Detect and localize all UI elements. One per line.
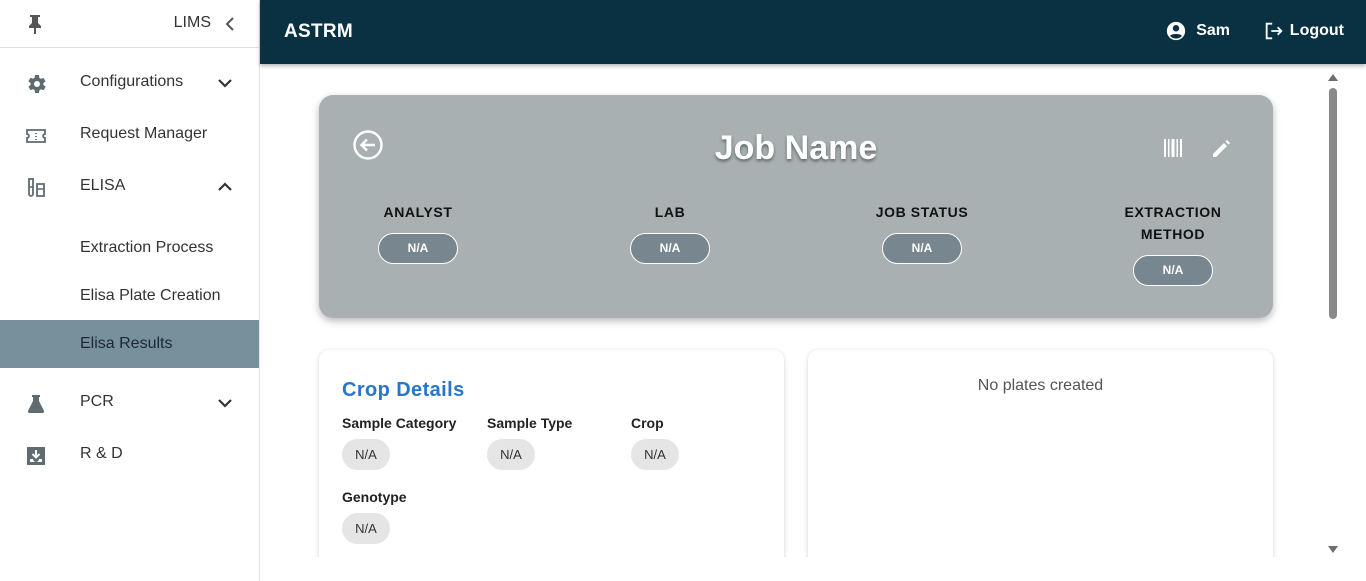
value-chip: N/A	[342, 439, 390, 470]
sidebar-item-label: Configurations	[80, 73, 184, 90]
status-pill: N/A	[630, 233, 710, 264]
logout-label: Logout	[1289, 22, 1344, 39]
job-summary-card: Job Name ANALYST N/A LAB N/A JOB STATUS …	[319, 95, 1273, 318]
sidebar-item-r-and-d[interactable]: R & D	[0, 431, 259, 479]
inbox-download-icon	[27, 447, 45, 465]
account-circle-icon	[1167, 21, 1186, 41]
field-label: JOB STATUS	[875, 204, 969, 220]
sidebar-subitem-label: Elisa Plate Creation	[80, 287, 221, 304]
sidebar-subitem-label: Elisa Results	[80, 335, 173, 352]
empty-plates-message: No plates created	[977, 377, 1104, 394]
logout-icon	[1265, 22, 1283, 40]
chevron-left-icon[interactable]	[223, 15, 237, 33]
sidebar-item-label: Request Manager	[80, 125, 208, 142]
vertical-scrollbar[interactable]	[1328, 74, 1338, 557]
flask-icon	[27, 395, 45, 413]
main-content: Job Name ANALYST N/A LAB N/A JOB STATUS …	[260, 64, 1366, 557]
pin-icon[interactable]	[25, 13, 45, 35]
sidebar-item-label: ELISA	[80, 177, 126, 194]
crop-field-sample-type: Sample Type N/A	[487, 415, 572, 470]
chevron-down-icon	[218, 399, 232, 408]
sidebar-subitem-label: Extraction Process	[80, 239, 214, 256]
value-chip: N/A	[342, 513, 390, 544]
crop-field-genotype: Genotype N/A	[342, 489, 407, 544]
logout-button[interactable]: Logout	[1263, 20, 1344, 42]
sidebar-item-pcr[interactable]: PCR	[0, 379, 259, 427]
user-name: Sam	[1196, 22, 1230, 39]
sidebar-title: LIMS	[173, 14, 211, 31]
plates-card: No plates created	[808, 350, 1273, 557]
field-label: Sample Category	[342, 415, 457, 431]
job-field-job-status: JOB STATUS N/A	[842, 201, 1002, 264]
sidebar-item-configurations[interactable]: Configurations	[0, 59, 259, 107]
ticket-icon	[26, 129, 46, 143]
chevron-up-icon	[218, 182, 232, 191]
value-chip: N/A	[631, 439, 679, 470]
scroll-down-arrow[interactable]	[1328, 546, 1338, 553]
sidebar-item-elisa[interactable]: ELISA	[0, 163, 259, 211]
job-field-extraction-method: EXTRACTION METHOD N/A	[1093, 201, 1253, 286]
sidebar-subitem-elisa-results[interactable]: Elisa Results	[0, 320, 259, 368]
top-app-bar: ASTRM Sam Logout	[260, 0, 1366, 64]
scroll-up-arrow[interactable]	[1328, 74, 1338, 81]
chevron-down-icon	[218, 79, 232, 88]
field-label: Crop	[631, 415, 664, 431]
user-menu[interactable]: Sam	[1165, 20, 1230, 42]
sidebar-subitem-elisa-plate-creation[interactable]: Elisa Plate Creation	[0, 272, 259, 320]
field-label: Sample Type	[487, 415, 573, 431]
job-title: Job Name	[714, 129, 878, 167]
crop-details-card: Crop Details Sample Category N/A Sample …	[319, 350, 784, 557]
app-brand: ASTRM	[284, 21, 354, 42]
sidebar-item-label: R & D	[80, 445, 123, 462]
field-label: ANALYST	[383, 204, 453, 220]
sidebar-item-label: PCR	[80, 393, 114, 410]
field-label: LAB	[654, 204, 686, 220]
sidebar-header: LIMS	[0, 0, 259, 48]
sidebar-subitem-extraction-process[interactable]: Extraction Process	[0, 224, 259, 272]
job-field-lab: LAB N/A	[590, 201, 750, 264]
gear-icon	[28, 75, 46, 93]
crop-field-crop: Crop N/A	[631, 415, 679, 470]
job-field-analyst: ANALYST N/A	[338, 201, 498, 264]
status-pill: N/A	[882, 233, 962, 264]
status-pill: N/A	[1133, 255, 1213, 286]
crop-details-title: Crop Details	[342, 379, 465, 401]
edit-pencil-icon[interactable]	[1210, 138, 1232, 160]
field-label: Genotype	[342, 489, 407, 505]
sidebar: LIMS Configurations Request Manager ELIS…	[0, 0, 260, 581]
scroll-thumb[interactable]	[1329, 88, 1337, 319]
status-pill: N/A	[378, 233, 458, 264]
field-label: EXTRACTION METHOD	[1124, 204, 1222, 242]
crop-field-sample-category: Sample Category N/A	[342, 415, 456, 470]
value-chip: N/A	[487, 439, 535, 470]
test-tubes-icon	[28, 178, 45, 197]
barcode-icon[interactable]	[1163, 137, 1183, 159]
sidebar-item-request-manager[interactable]: Request Manager	[0, 111, 259, 159]
